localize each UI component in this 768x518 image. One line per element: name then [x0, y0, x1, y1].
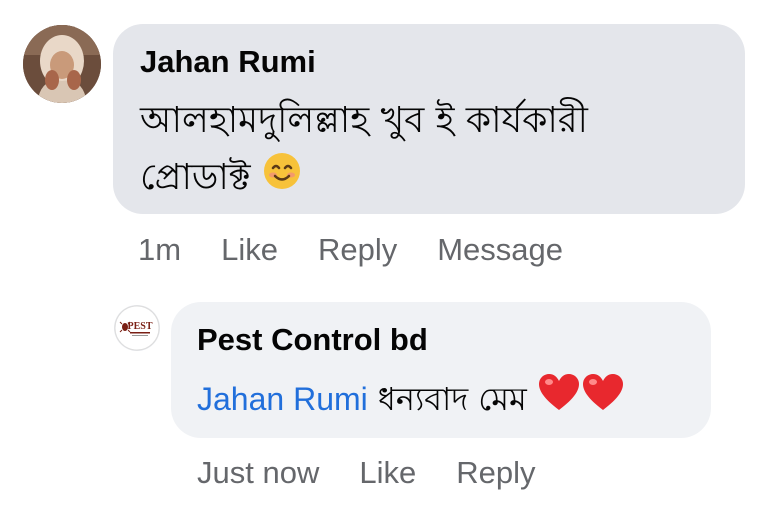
pest-control-logo-icon: PEST [114, 305, 160, 351]
reply-like-button[interactable]: Like [359, 455, 416, 490]
like-button[interactable]: Like [221, 232, 278, 267]
message-button[interactable]: Message [437, 232, 563, 267]
red-hearts-icon [537, 372, 625, 431]
reply-actions: Just now Like Reply [197, 455, 535, 491]
page-avatar[interactable]: PEST [114, 305, 160, 351]
mention-link[interactable]: Jahan Rumi [197, 381, 368, 417]
reply-text-body: ধন্যবাদ মেম [377, 380, 527, 418]
comment-author[interactable]: Jahan Rumi [140, 44, 316, 80]
comment-text-line-1: আলহামদুলিল্লাহ খুব ই কার্যকারী [140, 100, 588, 141]
comment-text-line-2-text: প্রোডাক্ট [140, 157, 251, 198]
smiling-face-icon [262, 151, 302, 208]
avatar-photo-icon [23, 25, 101, 103]
reply-button[interactable]: Reply [318, 232, 397, 267]
reply-author[interactable]: Pest Control bd [197, 322, 428, 358]
reply-text: Jahan Rumi ধন্যবাদ মেম [197, 371, 625, 431]
commenter-avatar[interactable] [23, 25, 101, 103]
comment-text-line-2: প্রোডাক্ট [140, 150, 302, 208]
reply-reply-button[interactable]: Reply [456, 455, 535, 490]
svg-text:PEST: PEST [127, 321, 152, 332]
reply-timestamp: Just now [197, 455, 320, 490]
comment-actions: 1m Like Reply Message [138, 232, 563, 268]
comment-timestamp: 1m [138, 232, 182, 267]
